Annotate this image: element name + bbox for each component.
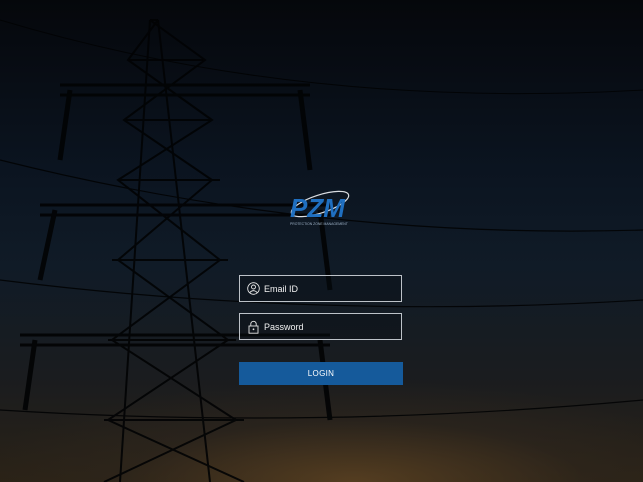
lock-icon [242,320,264,334]
email-field[interactable] [239,275,402,302]
pzm-logo: PZM PROTECTION ZONE MANAGEMENT [286,184,358,230]
logo-text: PZM [290,193,346,223]
password-input[interactable] [264,321,401,332]
background-power-tower-image [0,0,643,482]
email-input[interactable] [264,283,401,294]
power-tower-silhouette [0,19,643,482]
login-button[interactable]: LOGIN [239,362,403,385]
pzm-logo-graphic: PZM PROTECTION ZONE MANAGEMENT [290,190,350,226]
user-icon [242,282,264,295]
logo-tagline: PROTECTION ZONE MANAGEMENT [290,222,348,226]
password-field[interactable] [239,313,402,340]
